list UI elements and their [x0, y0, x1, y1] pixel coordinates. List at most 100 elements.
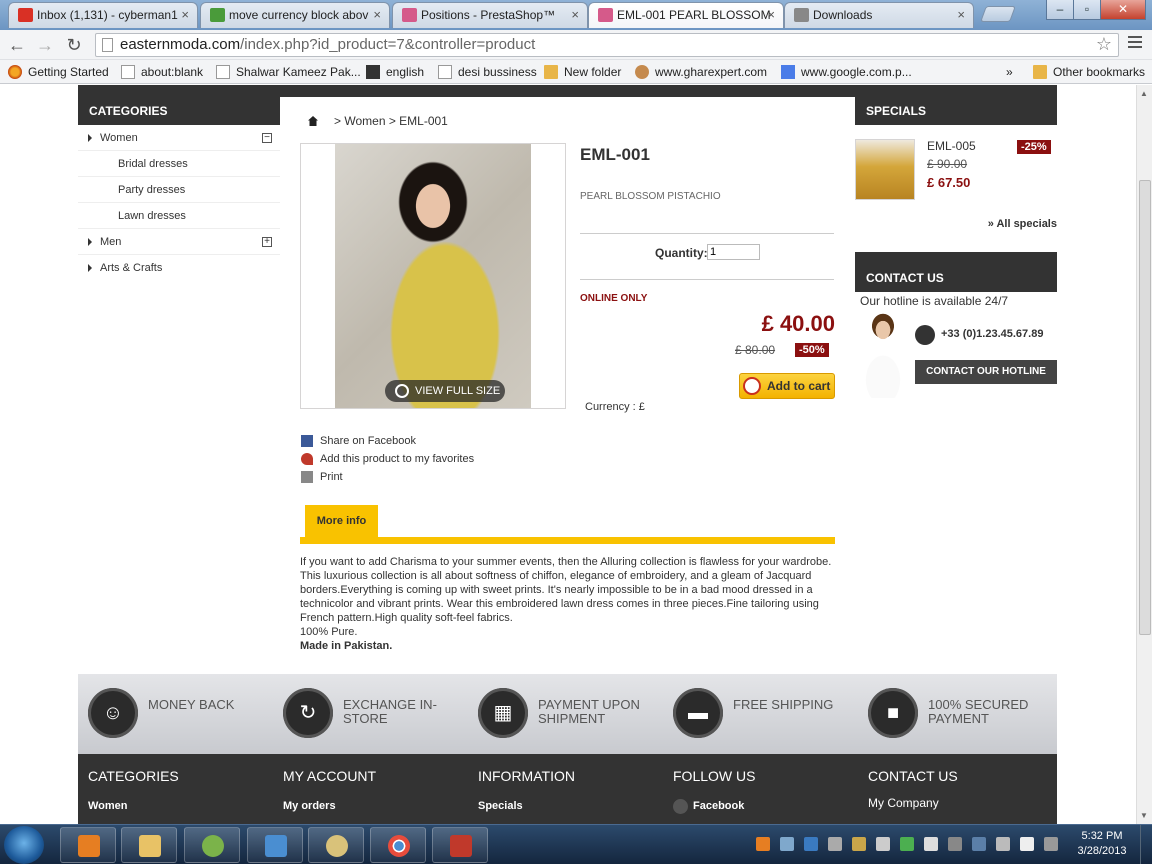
view-full-size-button[interactable]: VIEW FULL SIZE — [385, 380, 505, 402]
footer-heading: MY ACCOUNT — [283, 768, 377, 784]
breadcrumb: > Women > EML-001 — [308, 113, 448, 129]
category-arts[interactable]: Arts & Crafts — [78, 255, 280, 281]
footer-heading: FOLLOW US — [673, 768, 756, 784]
bookmark-getting-started[interactable]: Getting Started — [8, 64, 109, 80]
bookmark-about-blank[interactable]: about:blank — [121, 64, 203, 80]
bookmark-shalwar[interactable]: Shalwar Kameez Pak... — [216, 64, 361, 80]
reload-icon[interactable]: ↻ — [62, 33, 86, 57]
category-party[interactable]: Party dresses — [78, 177, 280, 203]
category-label: Lawn dresses — [118, 210, 186, 222]
facebook-link[interactable]: Facebook — [673, 799, 863, 814]
scroll-up-icon[interactable]: ▲ — [1140, 89, 1148, 98]
category-bridal[interactable]: Bridal dresses — [78, 151, 280, 177]
tab-downloads[interactable]: Downloads × — [784, 2, 974, 28]
back-icon[interactable]: ← — [5, 33, 29, 57]
footer-follow: FOLLOW US Facebook — [673, 768, 863, 814]
category-men[interactable]: Men + — [78, 229, 280, 255]
network-tray-icon[interactable] — [996, 837, 1010, 851]
tab-more-info[interactable]: More info — [305, 505, 378, 537]
address-bar[interactable]: easternmoda.com/index.php?id_product=7&c… — [95, 33, 1119, 57]
page-scrollbar[interactable]: ▲ ▼ — [1136, 85, 1152, 824]
tray-app-icon[interactable] — [948, 837, 962, 851]
file-explorer-icon[interactable] — [121, 827, 177, 863]
web-page: CATEGORIES Women − Bridal dresses Party d… — [0, 85, 1136, 824]
scroll-down-icon[interactable]: ▼ — [1140, 811, 1148, 820]
close-window-button[interactable]: ✕ — [1100, 0, 1146, 20]
folder-icon — [1033, 65, 1047, 79]
forward-icon[interactable]: → — [33, 33, 57, 57]
tab-inbox[interactable]: Inbox (1,131) - cyberman1 × — [8, 2, 198, 28]
home-icon[interactable] — [308, 116, 318, 126]
arrow-right-icon — [88, 264, 92, 272]
add-favorites-link[interactable]: Add this product to my favorites — [300, 451, 474, 467]
clock-date: 3/28/2013 — [1077, 845, 1127, 857]
special-product-name[interactable]: EML-005 — [927, 139, 976, 153]
bookmarks-overflow-button[interactable]: » — [988, 64, 1013, 80]
tray-app-icon[interactable] — [828, 837, 842, 851]
bookmark-english[interactable]: english — [366, 64, 424, 80]
bookmark-desi[interactable]: desi bussiness — [438, 64, 537, 80]
footer-link[interactable]: Women — [88, 800, 278, 812]
tray-app-icon[interactable] — [924, 837, 938, 851]
new-tab-button[interactable] — [980, 6, 1016, 22]
page-icon — [366, 65, 380, 79]
tray-app-icon[interactable] — [852, 837, 866, 851]
maximize-button[interactable]: ▫ — [1073, 0, 1101, 20]
close-tab-icon[interactable]: × — [767, 3, 775, 27]
breadcrumb-path[interactable]: Women > EML-001 — [344, 114, 448, 128]
product-image[interactable] — [335, 144, 531, 408]
bookmark-other[interactable]: Other bookmarks — [1033, 64, 1145, 80]
close-tab-icon[interactable]: × — [181, 3, 189, 27]
taskbar-clock[interactable]: 5:32 PM 3/28/2013 — [1072, 829, 1132, 859]
all-specials-link[interactable]: » All specials — [988, 218, 1057, 230]
reassurance-secured: ■ 100% SECURED PAYMENT — [858, 688, 1038, 740]
start-button[interactable] — [4, 826, 44, 864]
footer-link[interactable]: My orders — [283, 800, 473, 812]
control-panel-icon[interactable] — [247, 827, 303, 863]
bookmark-new-folder[interactable]: New folder — [544, 64, 621, 80]
currency-selector[interactable]: Currency : £ — [585, 401, 645, 413]
bookmark-star-icon[interactable]: ☆ — [1096, 34, 1112, 55]
quantity-input[interactable] — [707, 244, 760, 260]
tab-product[interactable]: EML-001 PEARL BLOSSOM × — [588, 2, 784, 28]
close-tab-icon[interactable]: × — [373, 3, 381, 27]
power-icon[interactable] — [1044, 837, 1058, 851]
contact-hotline-button[interactable]: CONTACT OUR HOTLINE — [915, 360, 1057, 384]
tab-positions[interactable]: Positions - PrestaShop™ × — [392, 2, 588, 28]
close-tab-icon[interactable]: × — [957, 3, 965, 27]
media-player-icon[interactable] — [60, 827, 116, 863]
bookmark-google[interactable]: www.google.com.p... — [781, 64, 912, 80]
scroll-thumb[interactable] — [1139, 180, 1151, 635]
share-facebook-link[interactable]: Share on Facebook — [300, 433, 416, 449]
tray-app-icon[interactable] — [876, 837, 890, 851]
bookmark-gharexpert[interactable]: www.gharexpert.com — [635, 64, 767, 80]
minimize-button[interactable]: – — [1046, 0, 1074, 20]
category-women[interactable]: Women − — [78, 125, 280, 151]
print-link[interactable]: Print — [300, 469, 343, 485]
close-tab-icon[interactable]: × — [571, 3, 579, 27]
category-lawn[interactable]: Lawn dresses — [78, 203, 280, 229]
volume-icon[interactable] — [1020, 837, 1034, 851]
tray-app-icon[interactable] — [900, 837, 914, 851]
tray-app-icon[interactable] — [756, 837, 770, 851]
expand-icon[interactable]: + — [262, 237, 272, 247]
footer-link[interactable]: Specials — [478, 800, 668, 812]
filezilla-icon[interactable] — [432, 827, 488, 863]
add-to-cart-button[interactable]: Add to cart — [739, 373, 835, 399]
tab-strip: Inbox (1,131) - cyberman1 × move currency… — [0, 0, 1152, 30]
tray-app-icon[interactable] — [804, 837, 818, 851]
breadcrumb-separator: > — [334, 114, 342, 128]
url-text[interactable]: easternmoda.com/index.php?id_product=7&c… — [120, 36, 535, 54]
tray-app-icon[interactable] — [780, 837, 794, 851]
tab-move-currency[interactable]: move currency block abov × — [200, 2, 390, 28]
collapse-icon[interactable]: − — [262, 133, 272, 143]
chrome-menu-icon[interactable] — [1128, 36, 1142, 50]
special-product-image[interactable] — [855, 139, 915, 200]
bookmark-label: Other bookmarks — [1053, 65, 1146, 79]
network-icon[interactable] — [184, 827, 240, 863]
chrome-icon[interactable] — [370, 827, 426, 863]
show-desktop-button[interactable] — [1140, 825, 1152, 864]
tray-app-icon[interactable] — [972, 837, 986, 851]
paint-icon[interactable] — [308, 827, 364, 863]
bookmark-label: New folder — [564, 65, 622, 79]
